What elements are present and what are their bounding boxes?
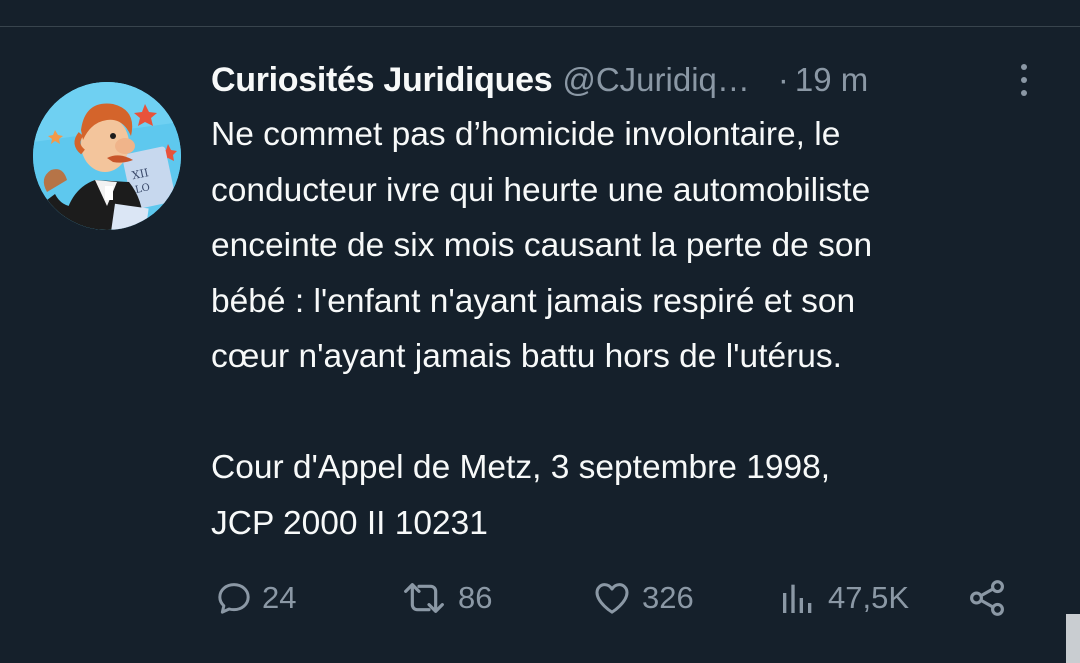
reply-button[interactable]: 24 — [214, 567, 296, 629]
share-icon — [970, 580, 1004, 616]
avatar[interactable]: XII LO — [33, 82, 181, 230]
like-count: 326 — [642, 580, 694, 615]
tweet-timestamp[interactable]: 19 m — [795, 61, 868, 99]
author-display-name[interactable]: Curiosités Juridiques — [211, 61, 553, 100]
scrollbar[interactable] — [1066, 614, 1080, 663]
tweet-actions: 24 86 326 47,5K — [0, 567, 1080, 629]
views-count: 47,5K — [828, 580, 910, 615]
heart-icon — [595, 583, 629, 614]
cartoon-lawyer-avatar: XII LO — [33, 82, 181, 230]
separator-dot: · — [777, 61, 789, 98]
reply-count: 24 — [262, 580, 297, 615]
reply-icon — [218, 583, 250, 614]
more-vertical-icon[interactable] — [1010, 57, 1038, 103]
like-button[interactable]: 326 — [590, 567, 694, 629]
retweet-count: 86 — [458, 580, 493, 615]
tweet-text: Ne commet pas d’homicide involontaire, l… — [211, 116, 873, 542]
views-button[interactable]: 47,5K — [776, 567, 909, 629]
views-icon — [783, 584, 812, 613]
retweet-icon — [404, 583, 444, 613]
author-handle[interactable]: @CJuridiq… — [562, 61, 750, 99]
tweet-header: Curiosités Juridiques @CJuridiq… · 19 m — [211, 57, 1011, 103]
share-button[interactable] — [966, 567, 1008, 629]
tweet-card[interactable]: XII LO Curiosités Juridiques @CJuridiq… … — [0, 27, 1080, 663]
retweet-button[interactable]: 86 — [398, 567, 492, 629]
